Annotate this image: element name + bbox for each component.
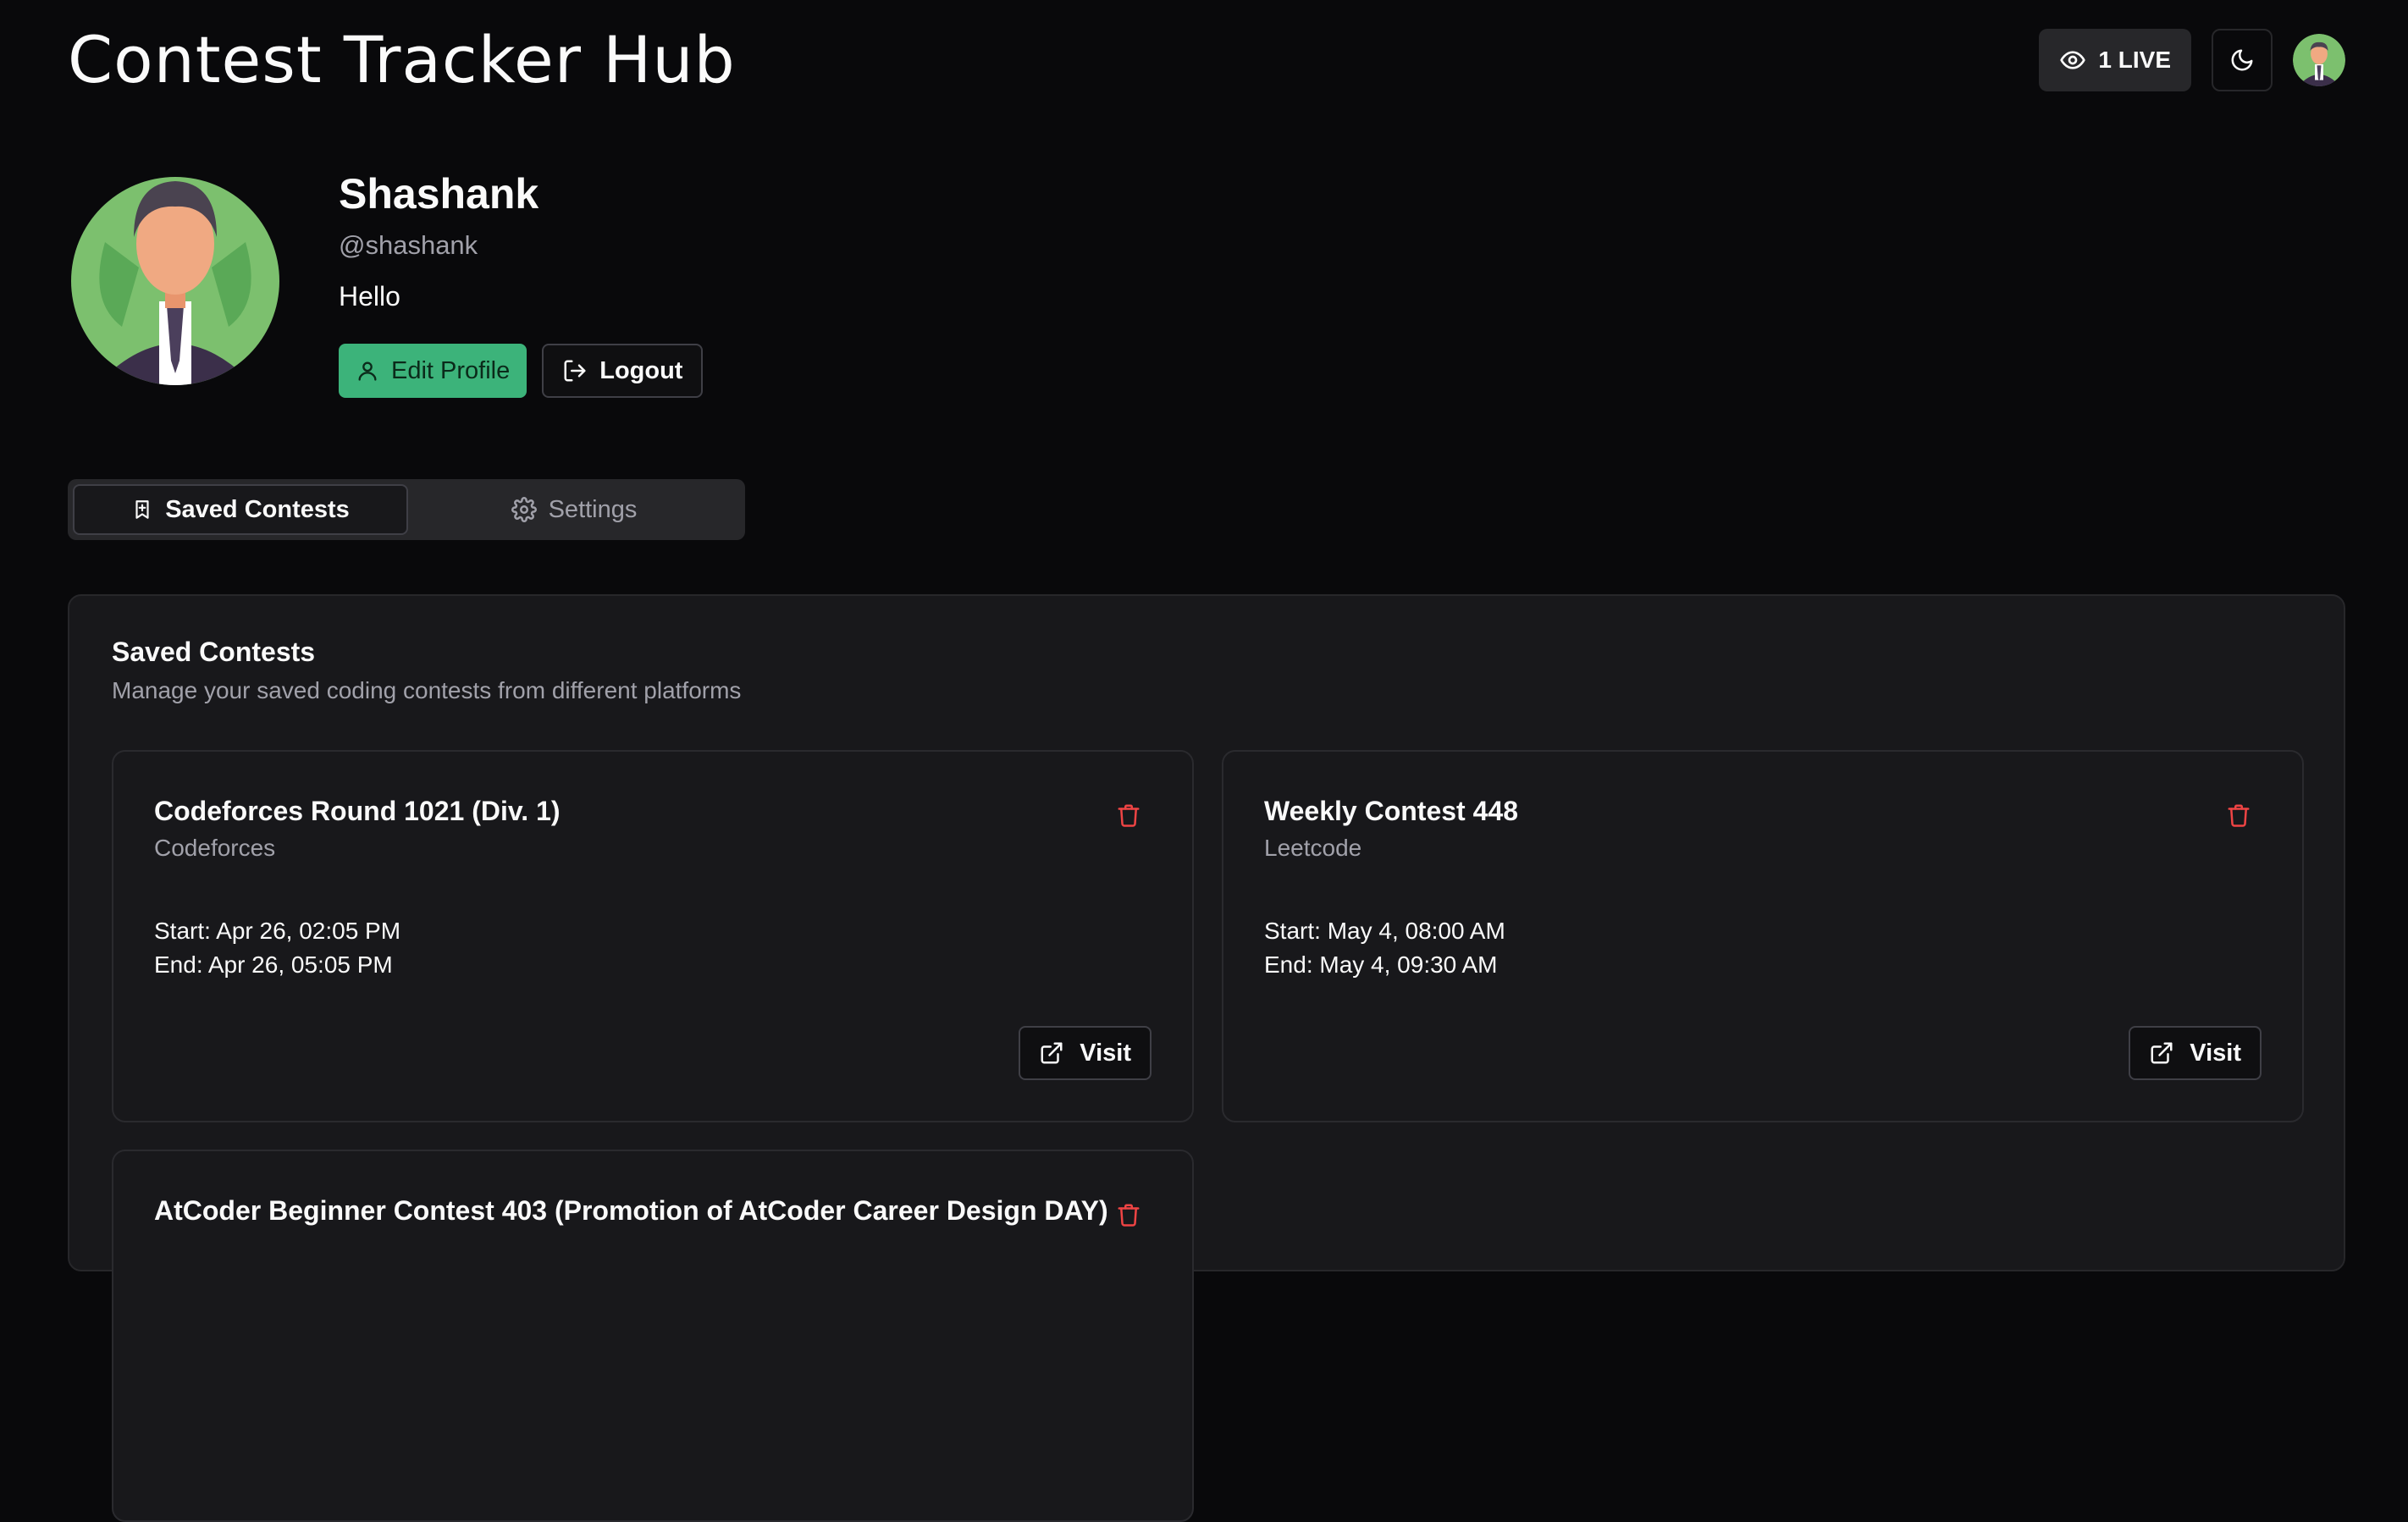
app-title: Contest Tracker Hub xyxy=(68,22,736,97)
avatar-icon xyxy=(2293,34,2345,86)
header-actions: 1 LIVE xyxy=(2039,29,2345,91)
edit-profile-label: Edit Profile xyxy=(391,356,511,384)
tab-saved-contests[interactable]: Saved Contests xyxy=(73,484,408,535)
contest-start: Start: May 4, 08:00 AM xyxy=(1264,918,1505,944)
contest-end: End: Apr 26, 05:05 PM xyxy=(154,951,393,978)
user-avatar-button[interactable] xyxy=(2293,34,2345,86)
live-count-label: 1 LIVE xyxy=(2098,47,2171,73)
tab-settings[interactable]: Settings xyxy=(408,484,740,535)
visit-label: Visit xyxy=(2190,1039,2241,1067)
eye-icon xyxy=(2060,51,2086,69)
profile-name: Shashank xyxy=(339,170,539,218)
theme-toggle-button[interactable] xyxy=(2212,29,2273,91)
trash-icon[interactable] xyxy=(1116,1200,1141,1229)
contest-title: Codeforces Round 1021 (Div. 1) xyxy=(154,796,561,826)
saved-contests-panel: Saved Contests Manage your saved coding … xyxy=(68,594,2345,1522)
profile-avatar xyxy=(71,177,279,385)
gear-icon xyxy=(511,497,537,522)
contest-card: Codeforces Round 1021 (Div. 1) Codeforce… xyxy=(112,750,1194,1122)
bookmark-icon xyxy=(135,500,149,519)
panel-subtitle: Manage your saved coding contests from d… xyxy=(112,677,742,703)
moon-icon xyxy=(2231,49,2253,71)
contest-platform: Leetcode xyxy=(1264,835,1362,861)
panel-title: Saved Contests xyxy=(112,637,316,667)
trash-icon[interactable] xyxy=(2226,801,2251,830)
external-link-icon xyxy=(2151,1042,2173,1064)
profile-handle: @shashank xyxy=(339,230,478,260)
contest-title: AtCoder Beginner Contest 403 (Promotion … xyxy=(154,1195,1108,1226)
profile-actions: Edit Profile Logout xyxy=(339,344,704,398)
tab-settings-label: Settings xyxy=(548,495,638,523)
visit-button[interactable]: Visit xyxy=(2129,1026,2262,1080)
trash-icon[interactable] xyxy=(1116,801,1141,830)
visit-button[interactable]: Visit xyxy=(1019,1026,1152,1080)
profile-bio: Hello xyxy=(339,281,400,312)
tab-saved-contests-label: Saved Contests xyxy=(165,495,350,523)
logout-icon xyxy=(564,360,586,382)
contest-card: AtCoder Beginner Contest 403 (Promotion … xyxy=(112,1150,1194,1522)
contest-title: Weekly Contest 448 xyxy=(1264,796,1518,826)
contest-end: End: May 4, 09:30 AM xyxy=(1264,951,1498,978)
contest-card: Weekly Contest 448 Leetcode Start: May 4… xyxy=(1222,750,2304,1122)
contest-start: Start: Apr 26, 02:05 PM xyxy=(154,918,401,944)
logout-button[interactable]: Logout xyxy=(542,344,704,398)
contest-platform: Codeforces xyxy=(154,835,276,861)
user-icon xyxy=(358,361,377,381)
visit-label: Visit xyxy=(1080,1039,1131,1067)
edit-profile-button[interactable]: Edit Profile xyxy=(339,344,527,398)
live-button[interactable]: 1 LIVE xyxy=(2039,29,2191,91)
profile-tabs: Saved Contests Settings xyxy=(68,479,745,540)
top-bar: Contest Tracker Hub 1 LIVE xyxy=(68,15,2345,100)
external-link-icon xyxy=(1041,1042,1063,1064)
logout-label: Logout xyxy=(599,356,683,384)
